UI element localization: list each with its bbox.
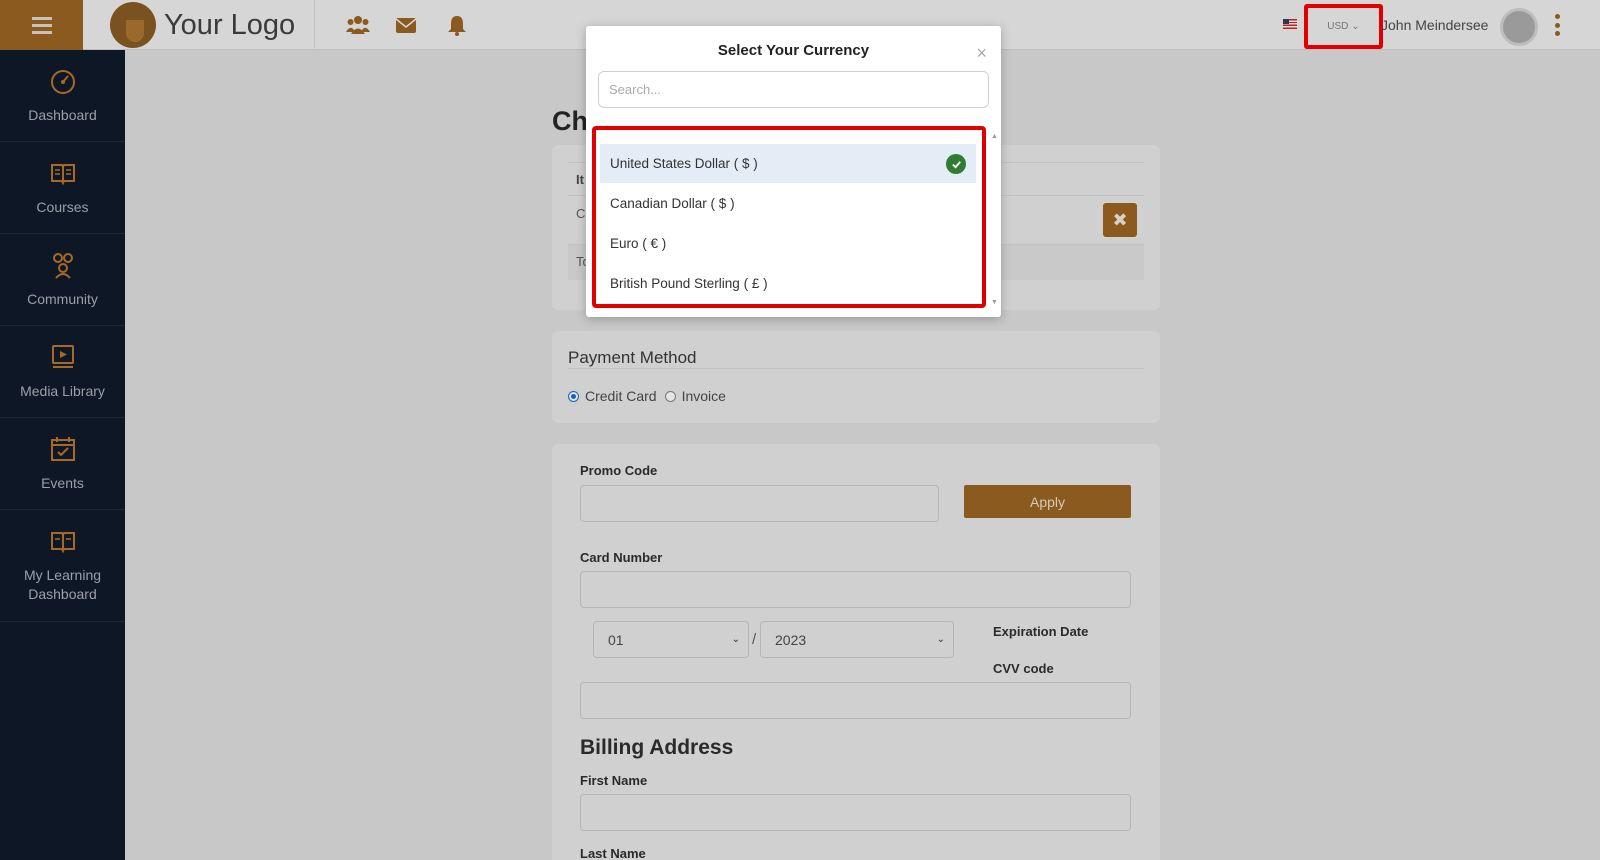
expiration-year-select[interactable]: 2023 ⌄ bbox=[760, 621, 954, 658]
apply-button[interactable]: Apply bbox=[964, 485, 1131, 518]
currency-dropdown[interactable]: USD ⌄ bbox=[1304, 4, 1383, 49]
sidebar-item-label: My Learning Dashboard bbox=[23, 567, 102, 602]
sidebar-item-dashboard[interactable]: Dashboard bbox=[0, 50, 125, 142]
promo-code-input[interactable] bbox=[580, 485, 939, 522]
cvv-label: CVV code bbox=[993, 661, 1054, 676]
currency-option-label: British Pound Sterling ( £ ) bbox=[610, 276, 768, 291]
order-row-text: C bbox=[576, 206, 586, 221]
community-icon bbox=[49, 251, 77, 284]
year-value: 2023 bbox=[775, 631, 807, 648]
bell-icon[interactable] bbox=[445, 14, 469, 36]
sidebar-item-label: Media Library bbox=[20, 382, 105, 399]
more-options-icon[interactable] bbox=[1554, 14, 1560, 36]
sidebar-item-label: Courses bbox=[36, 198, 89, 215]
currency-option-gbp[interactable]: British Pound Sterling ( £ ) bbox=[600, 264, 976, 303]
divider bbox=[568, 368, 1144, 369]
currency-option-label: Canadian Dollar ( $ ) bbox=[610, 196, 735, 211]
currency-label: USD bbox=[1327, 21, 1349, 32]
hamburger-menu-button[interactable] bbox=[0, 0, 83, 50]
payment-method-title: Payment Method bbox=[568, 348, 697, 367]
community-icon[interactable] bbox=[346, 14, 370, 36]
book-icon bbox=[49, 159, 77, 192]
payment-method-card: Payment Method Credit Card Invoice bbox=[552, 331, 1160, 423]
chevron-down-icon: ⌄ bbox=[936, 634, 945, 645]
sidebar-item-community[interactable]: Community bbox=[0, 234, 125, 326]
cvv-input[interactable] bbox=[580, 682, 1131, 719]
sidebar: Dashboard Courses Community Media Librar… bbox=[0, 50, 125, 860]
learning-book-icon bbox=[49, 527, 77, 560]
sidebar-item-label: Community bbox=[27, 290, 98, 307]
payment-options: Credit Card Invoice bbox=[568, 388, 726, 404]
currency-option-eur[interactable]: Euro ( € ) bbox=[600, 224, 976, 263]
currency-option-label: Euro ( € ) bbox=[610, 236, 667, 251]
order-header-text: It bbox=[576, 172, 584, 187]
currency-option-cad[interactable]: Canadian Dollar ( $ ) bbox=[600, 184, 976, 223]
date-separator: / bbox=[752, 631, 757, 648]
invoice-label[interactable]: Invoice bbox=[682, 388, 726, 404]
first-name-input[interactable] bbox=[580, 794, 1131, 831]
logo-text: Your Logo bbox=[164, 8, 296, 41]
invoice-radio[interactable] bbox=[664, 390, 676, 402]
chevron-down-icon: ⌄ bbox=[1351, 21, 1360, 32]
first-name-label: First Name bbox=[580, 773, 648, 788]
currency-option-label: United States Dollar ( $ ) bbox=[610, 156, 758, 171]
last-name-label: Last Name bbox=[580, 846, 646, 860]
avatar[interactable] bbox=[1500, 8, 1538, 46]
currency-modal: Select Your Currency × United States Dol… bbox=[586, 26, 1001, 317]
scroll-up-icon[interactable]: ▲ bbox=[991, 133, 998, 140]
page-title: Ch bbox=[552, 106, 588, 136]
currency-option-usd[interactable]: United States Dollar ( $ ) bbox=[600, 144, 976, 183]
billing-address-title: Billing Address bbox=[580, 736, 734, 759]
sidebar-item-events[interactable]: Events bbox=[0, 418, 125, 510]
close-icon[interactable]: × bbox=[976, 44, 987, 62]
sidebar-item-label: Dashboard bbox=[28, 106, 97, 123]
close-icon: ✖ bbox=[1112, 209, 1128, 230]
expiration-date-label: Expiration Date bbox=[993, 624, 1089, 639]
mail-icon[interactable] bbox=[394, 14, 418, 36]
month-value: 01 bbox=[608, 631, 624, 648]
card-number-input[interactable] bbox=[580, 571, 1131, 608]
calendar-icon bbox=[49, 435, 77, 468]
credit-card-label[interactable]: Credit Card bbox=[585, 388, 657, 404]
credit-card-radio[interactable] bbox=[568, 390, 579, 402]
us-flag-icon[interactable] bbox=[1283, 19, 1297, 29]
sidebar-item-label: Events bbox=[41, 474, 84, 491]
currency-search-input[interactable] bbox=[598, 71, 989, 108]
chevron-down-icon: ⌄ bbox=[731, 634, 740, 645]
check-icon bbox=[946, 154, 966, 174]
dashboard-icon bbox=[49, 67, 77, 100]
scroll-down-icon[interactable]: ▼ bbox=[991, 299, 998, 306]
hamburger-icon bbox=[31, 16, 52, 34]
media-library-icon bbox=[49, 343, 77, 376]
logo[interactable]: Your Logo bbox=[110, 2, 296, 48]
expiration-month-select[interactable]: 01 ⌄ bbox=[593, 621, 749, 658]
currency-list: United States Dollar ( $ ) Canadian Doll… bbox=[592, 126, 986, 308]
user-name[interactable]: John Meindersee bbox=[1381, 17, 1488, 33]
remove-item-button[interactable]: ✖ bbox=[1103, 203, 1137, 237]
card-number-label: Card Number bbox=[580, 550, 663, 565]
elephant-logo-icon bbox=[110, 2, 156, 48]
sidebar-item-courses[interactable]: Courses bbox=[0, 142, 125, 234]
sidebar-item-media-library[interactable]: Media Library bbox=[0, 326, 125, 418]
sidebar-item-my-learning-dashboard[interactable]: My Learning Dashboard bbox=[0, 510, 125, 622]
divider bbox=[314, 0, 315, 50]
modal-title: Select Your Currency bbox=[717, 42, 870, 59]
promo-code-label: Promo Code bbox=[580, 463, 658, 478]
